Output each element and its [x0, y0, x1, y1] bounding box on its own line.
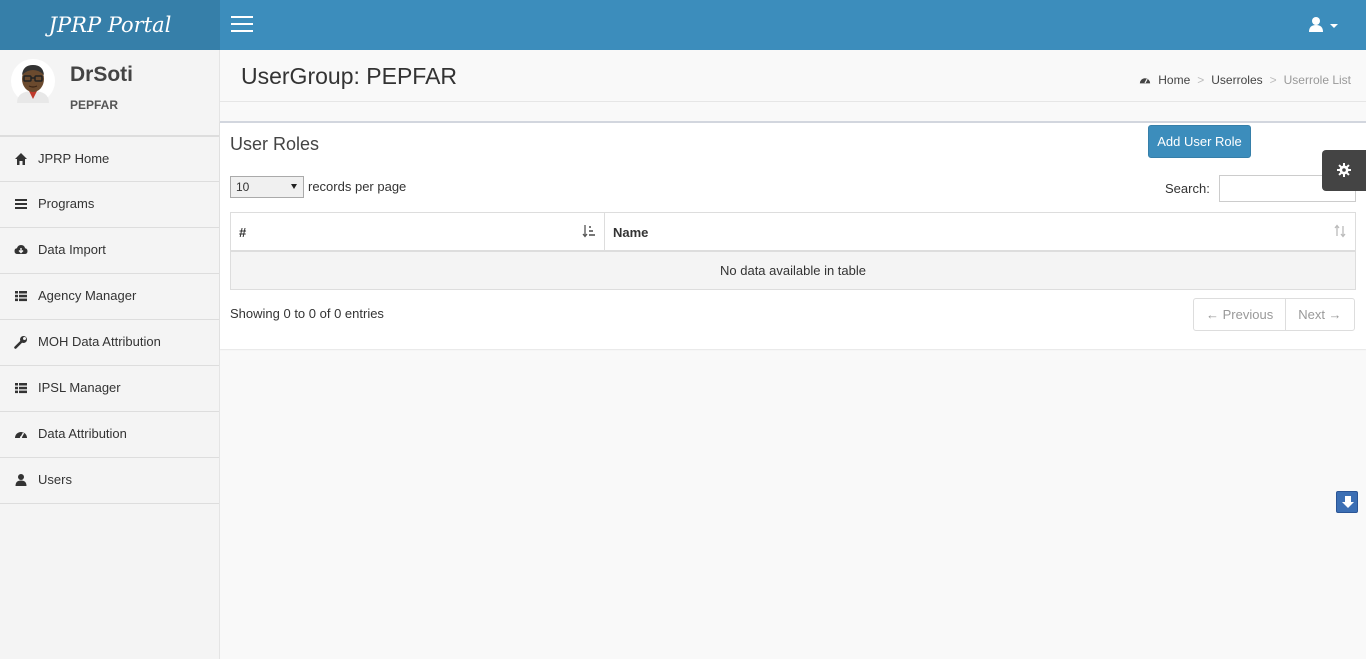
list-icon [15, 291, 27, 302]
sidebar: DrSoti PEPFAR JPRP Home Programs Data Im… [0, 50, 220, 659]
sidebar-item-label: MOH Data Attribution [38, 334, 161, 349]
app-logo[interactable]: JPRP Portal [0, 0, 220, 50]
sidebar-item-moh-data-attribution[interactable]: MOH Data Attribution [0, 320, 219, 366]
sidebar-item-label: Programs [38, 196, 95, 211]
user-icon [1309, 17, 1323, 32]
next-page-button[interactable]: Next → [1286, 299, 1353, 330]
wrench-icon [14, 336, 27, 349]
bars-icon [15, 199, 27, 209]
sidebar-item-users[interactable]: Users [0, 458, 219, 504]
sidebar-menu: JPRP Home Programs Data Import Agency Ma… [0, 136, 219, 504]
sidebar-item-label: JPRP Home [38, 151, 110, 166]
pagination: ← Previous Next → [1193, 298, 1355, 331]
hamburger-icon [231, 16, 253, 18]
page-length-select[interactable]: 10 [230, 176, 304, 198]
sidebar-item-label: Data Attribution [38, 426, 127, 441]
sidebar-item-label: Data Import [38, 242, 106, 257]
box-title: User Roles [230, 134, 320, 154]
user-panel: DrSoti PEPFAR [0, 50, 219, 136]
dashboard-icon [15, 432, 27, 439]
content-header: UserGroup: PEPFAR Home > Userroles > Use… [220, 50, 1366, 102]
sidebar-item-programs[interactable]: Programs [0, 182, 219, 228]
chevron-down-icon [291, 184, 297, 189]
table-header: # Name [231, 213, 1355, 252]
gear-icon [1337, 163, 1351, 177]
breadcrumb-home-link[interactable]: Home [1158, 73, 1190, 87]
user-roles-box: User Roles Add User Role 10 records per … [220, 121, 1366, 349]
list-icon [15, 383, 27, 394]
search-label: Search: [1165, 181, 1210, 196]
dashboard-icon [1140, 78, 1151, 84]
column-header-name[interactable]: Name [605, 213, 1355, 250]
user-icon [15, 474, 27, 486]
table-info: Showing 0 to 0 of 0 entries [230, 306, 384, 321]
breadcrumb-current: Userrole List [1283, 73, 1351, 87]
sidebar-toggle-button[interactable] [231, 16, 253, 34]
sidebar-item-data-import[interactable]: Data Import [0, 228, 219, 274]
settings-panel-toggle[interactable] [1322, 150, 1366, 191]
user-group: PEPFAR [70, 98, 119, 112]
sort-ascending-icon [582, 225, 595, 238]
user-menu-button[interactable] [1308, 15, 1342, 37]
sidebar-item-data-attribution[interactable]: Data Attribution [0, 412, 219, 458]
sort-both-icon [1334, 224, 1346, 238]
column-header-number[interactable]: # [231, 213, 605, 250]
page-length-value: 10 [236, 180, 250, 194]
sidebar-item-label: IPSL Manager [38, 380, 121, 395]
page-length-label: records per page [308, 179, 407, 194]
breadcrumb-separator: > [1269, 73, 1277, 87]
home-icon [15, 153, 27, 165]
add-user-role-button[interactable]: Add User Role [1148, 125, 1251, 158]
avatar [11, 59, 55, 103]
column-header-label: Name [613, 225, 649, 240]
top-navbar: JPRP Portal [0, 0, 1366, 50]
arrow-down-icon [1342, 496, 1354, 508]
sidebar-item-jprp-home[interactable]: JPRP Home [0, 136, 219, 182]
sidebar-item-label: Users [38, 472, 72, 487]
sidebar-item-label: Agency Manager [38, 288, 137, 303]
breadcrumb: Home > Userroles > Userrole List [1139, 73, 1351, 87]
breadcrumb-separator: > [1197, 73, 1205, 87]
sidebar-item-agency-manager[interactable]: Agency Manager [0, 274, 219, 320]
sidebar-item-ipsl-manager[interactable]: IPSL Manager [0, 366, 219, 412]
previous-page-button[interactable]: ← Previous [1194, 299, 1287, 330]
breadcrumb-userroles-link[interactable]: Userroles [1211, 73, 1262, 87]
user-roles-table: # Name No data available in table [230, 212, 1356, 290]
table-empty-row: No data available in table [231, 252, 1355, 289]
scroll-down-button[interactable] [1336, 491, 1358, 513]
user-name: DrSoti [70, 63, 133, 86]
chevron-down-icon [1330, 24, 1338, 28]
page-title: UserGroup: PEPFAR [241, 63, 458, 89]
column-header-label: # [239, 225, 247, 240]
cloud-download-icon [14, 245, 28, 254]
